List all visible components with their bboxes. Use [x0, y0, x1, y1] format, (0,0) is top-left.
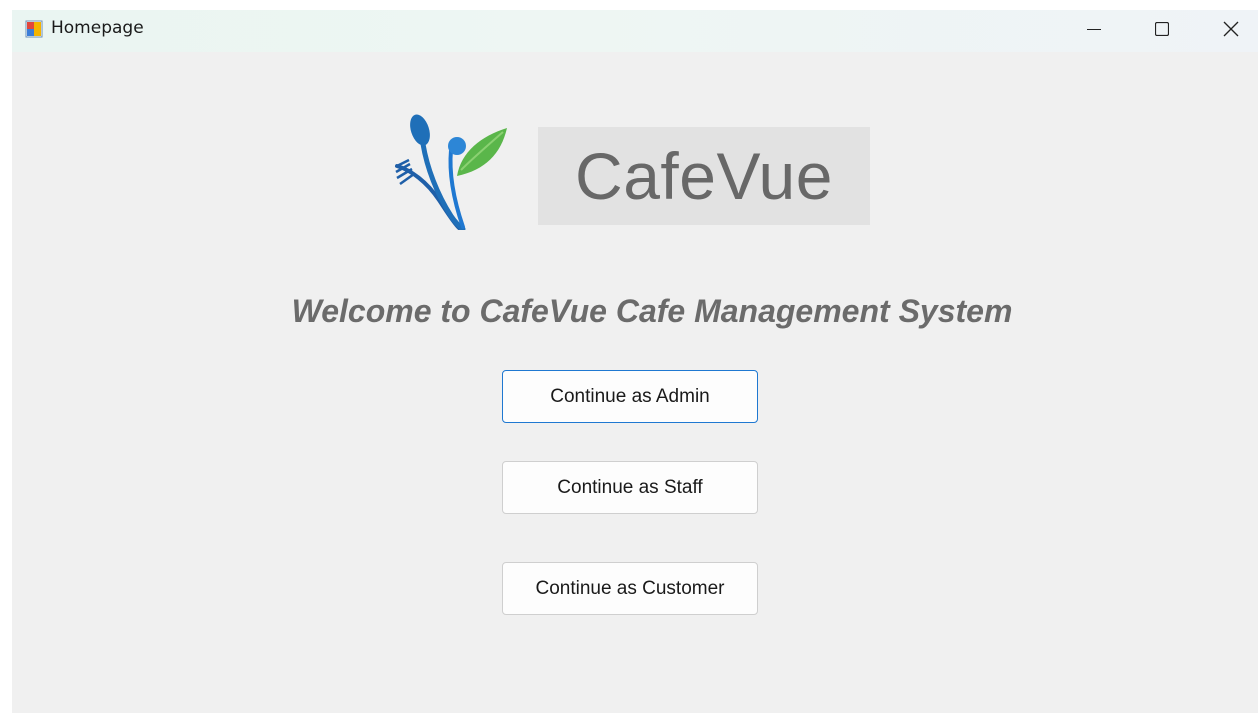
logo-text: CafeVue	[575, 139, 833, 213]
minimize-button[interactable]	[1071, 10, 1117, 48]
logo-text-box: CafeVue	[538, 127, 870, 225]
continue-as-customer-button[interactable]: Continue as Customer	[502, 562, 758, 615]
continue-as-admin-button[interactable]: Continue as Admin	[502, 370, 758, 423]
window-title: Homepage	[51, 18, 144, 38]
welcome-heading: Welcome to CafeVue Cafe Management Syste…	[291, 293, 1013, 329]
close-icon	[1223, 21, 1239, 37]
minimize-icon	[1087, 29, 1101, 30]
windows-form-icon	[25, 20, 43, 38]
close-button[interactable]	[1208, 10, 1254, 48]
continue-as-staff-button[interactable]: Continue as Staff	[502, 461, 758, 514]
maximize-icon	[1155, 22, 1169, 36]
maximize-button[interactable]	[1139, 10, 1185, 48]
cafe-utensils-leaf-icon	[395, 114, 507, 230]
title-bar[interactable]: Homepage	[12, 10, 1258, 52]
homepage-window: Homepage CafeVue Welcome to CafeVue Cafe…	[12, 10, 1258, 713]
